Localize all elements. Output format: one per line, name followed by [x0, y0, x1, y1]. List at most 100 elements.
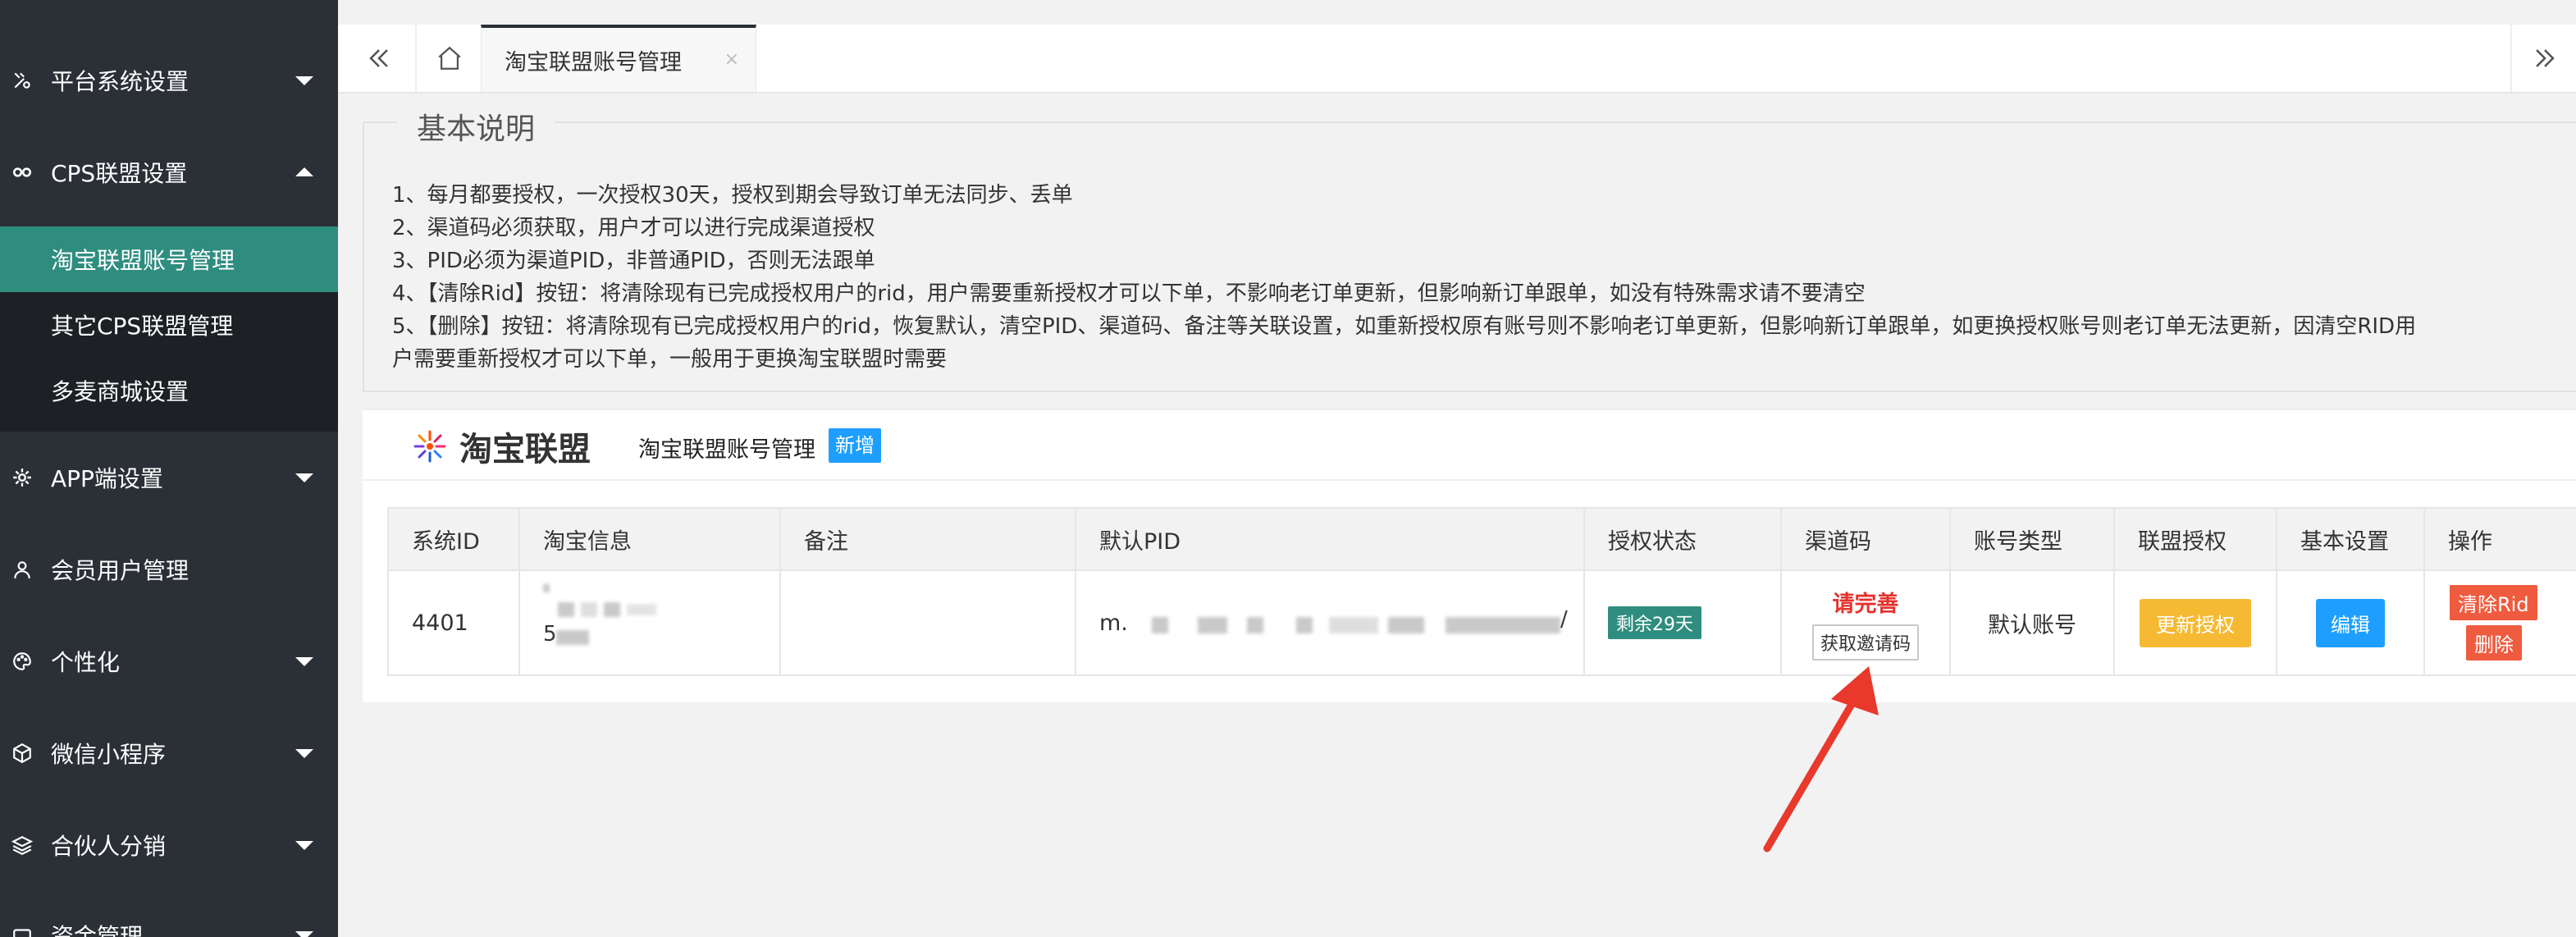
column-header: 操作 [2448, 528, 2492, 555]
scroll-tabs-left-button[interactable] [346, 25, 412, 92]
user-icon [11, 559, 33, 580]
redacted-block [556, 630, 589, 645]
redacted-block [1446, 617, 1560, 633]
redacted-block [1247, 617, 1263, 633]
redacted-block [558, 602, 574, 617]
sidebar-item-partner-distribution[interactable]: 合伙人分销 [0, 804, 338, 886]
notice-legend: 基本说明 [397, 105, 555, 148]
cell-account-type: 默认账号 [1951, 571, 2115, 674]
layers-icon [11, 834, 33, 856]
notice-line: 2、渠道码必须获取，用户才可以进行完成渠道授权 [392, 216, 875, 240]
basic-notice-fieldset: 基本说明 1、每月都要授权，一次授权30天，授权到期会导致订单无法同步、丢单 2… [363, 105, 2576, 392]
submenu-item-duomai[interactable]: 多麦商城设置 [0, 358, 338, 423]
redacted-block [604, 602, 620, 617]
cell-channel-code: 请完善 获取邀请码 [1782, 571, 1951, 674]
gear-icon [11, 467, 33, 488]
home-icon [438, 46, 461, 70]
channel-status-text: 请完善 [1832, 591, 1899, 617]
sidebar-item-label: 会员用户管理 [51, 557, 190, 584]
column-header: 默认PID [1076, 509, 1585, 569]
chevron-down-icon [295, 931, 313, 937]
submenu-item-label: 其它CPS联盟管理 [51, 313, 234, 340]
taobao-account-card: 淘宝联盟 淘宝联盟账号管理 新增 系统ID 淘宝信息 备注 默认PID 授权状态… [363, 409, 2576, 702]
cell-remark [781, 571, 1076, 674]
notice-lines: 1、每月都要授权，一次授权30天，授权到期会导致订单无法同步、丢单 2、渠道码必… [392, 179, 2574, 376]
close-icon[interactable]: × [724, 49, 739, 70]
sidebar-item-platform-settings[interactable]: 平台系统设置 [0, 39, 338, 121]
column-header: 渠道码 [1782, 509, 1951, 569]
tab-label: 淘宝联盟账号管理 [505, 49, 682, 75]
scroll-tabs-right-button[interactable] [2510, 25, 2576, 92]
cell-union-auth: 更新授权 [2115, 571, 2277, 674]
column-header: 账号类型 [1951, 509, 2115, 569]
submenu-item-other-cps[interactable]: 其它CPS联盟管理 [0, 292, 338, 358]
delete-button[interactable]: 删除 [2466, 625, 2522, 660]
system-id-value: 4401 [412, 610, 468, 636]
cell-default-pid: m. / [1076, 571, 1585, 674]
chevron-down-icon [295, 749, 313, 758]
cell-basic-settings: 编辑 [2277, 571, 2425, 674]
tools-icon [11, 70, 33, 91]
table-row: 4401 5 m. / 剩余29天 请完善 获取邀请码 默认账号 更新授权 编辑… [389, 571, 2576, 674]
submenu-item-label: 多麦商城设置 [51, 378, 190, 405]
taobao-union-logo-icon [413, 430, 446, 463]
redacted-block [627, 604, 656, 615]
chevron-down-icon [295, 841, 313, 850]
sidebar-item-label: 合伙人分销 [51, 833, 167, 860]
column-header: 基本设置 [2277, 509, 2425, 569]
cell-actions: 清除Rid 删除 [2425, 571, 2576, 674]
redacted-block [1296, 617, 1313, 633]
account-type-value: 默认账号 [1988, 612, 2076, 638]
redacted-block [581, 602, 597, 617]
sidebar-item-label: 微信小程序 [51, 741, 167, 768]
column-header: 系统ID [389, 509, 520, 569]
accounts-table: 系统ID 淘宝信息 备注 默认PID 授权状态 渠道码 账号类型 联盟授权 基本… [387, 507, 2576, 676]
redacted-block [543, 584, 550, 592]
card-title: 淘宝联盟账号管理 [638, 437, 815, 463]
auth-remaining-badge: 剩余29天 [1608, 606, 1701, 639]
cell-system-id: 4401 [389, 571, 520, 674]
sidebar-item-wechat-miniprogram[interactable]: 微信小程序 [0, 712, 338, 794]
sidebar-item-member-users[interactable]: 会员用户管理 [0, 528, 338, 610]
table-header: 系统ID 淘宝信息 备注 默认PID 授权状态 渠道码 账号类型 联盟授权 基本… [389, 509, 2576, 571]
taobao-union-logo: 淘宝联盟 [412, 422, 591, 471]
sidebar-item-cps-settings[interactable]: CPS联盟设置 [0, 131, 338, 213]
cell-auth-status: 剩余29天 [1585, 571, 1782, 674]
chevron-down-icon [295, 657, 313, 666]
sidebar-item-label: 资金管理 [51, 923, 144, 937]
sidebar-item-personalize[interactable]: 个性化 [0, 620, 338, 702]
notice-line: 5、【删除】按钮：将清除现有已完成授权用户的rid，恢复默认，清空PID、渠道码… [392, 314, 2417, 339]
renew-auth-button[interactable]: 更新授权 [2140, 598, 2251, 647]
wallet-icon [11, 925, 33, 937]
redacted-block [1388, 617, 1424, 633]
link-icon [11, 162, 33, 183]
redacted-block [1198, 617, 1227, 633]
brand-text: 淘宝联盟 [459, 431, 591, 468]
sidebar-item-app-settings[interactable]: APP端设置 [0, 437, 338, 519]
sidebar-item-label: 个性化 [51, 649, 121, 676]
add-account-button[interactable]: 新增 [829, 428, 881, 463]
palette-icon [11, 651, 33, 672]
sidebar-item-label: APP端设置 [51, 465, 163, 492]
edit-button[interactable]: 编辑 [2316, 598, 2385, 647]
sidebar-item-funds[interactable]: 资金管理 [0, 894, 338, 937]
home-tab-button[interactable] [415, 25, 482, 92]
submenu-item-taobao-accounts[interactable]: 淘宝联盟账号管理 [0, 226, 338, 292]
column-header: 授权状态 [1585, 509, 1782, 569]
chevron-down-icon [295, 76, 313, 85]
sidebar: 平台系统设置 CPS联盟设置 淘宝联盟账号管理 其它CPS联盟管理 多麦商城设置… [0, 0, 338, 937]
notice-line: 3、PID必须为渠道PID，非普通PID，否则无法跟单 [392, 249, 875, 273]
column-header: 联盟授权 [2115, 509, 2277, 569]
get-invite-code-button[interactable]: 获取邀请码 [1811, 624, 1919, 660]
double-chevron-left-icon [369, 49, 388, 67]
tab-taobao-accounts[interactable]: 淘宝联盟账号管理 × [481, 25, 756, 92]
card-header: 淘宝联盟 淘宝联盟账号管理 新增 [363, 410, 2576, 481]
clear-rid-button[interactable]: 清除Rid [2450, 585, 2537, 620]
notice-line: 4、【清除Rid】按钮：将清除现有已完成授权用户的rid，用户需要重新授权才可以… [392, 281, 1866, 306]
sidebar-item-label: CPS联盟设置 [51, 160, 188, 187]
sidebar-item-partial-top[interactable] [0, 0, 338, 33]
double-chevron-right-icon [2536, 49, 2555, 67]
taobao-info-text: 5 [543, 622, 557, 647]
chevron-up-icon [295, 167, 313, 176]
column-header: 备注 [781, 509, 1076, 569]
